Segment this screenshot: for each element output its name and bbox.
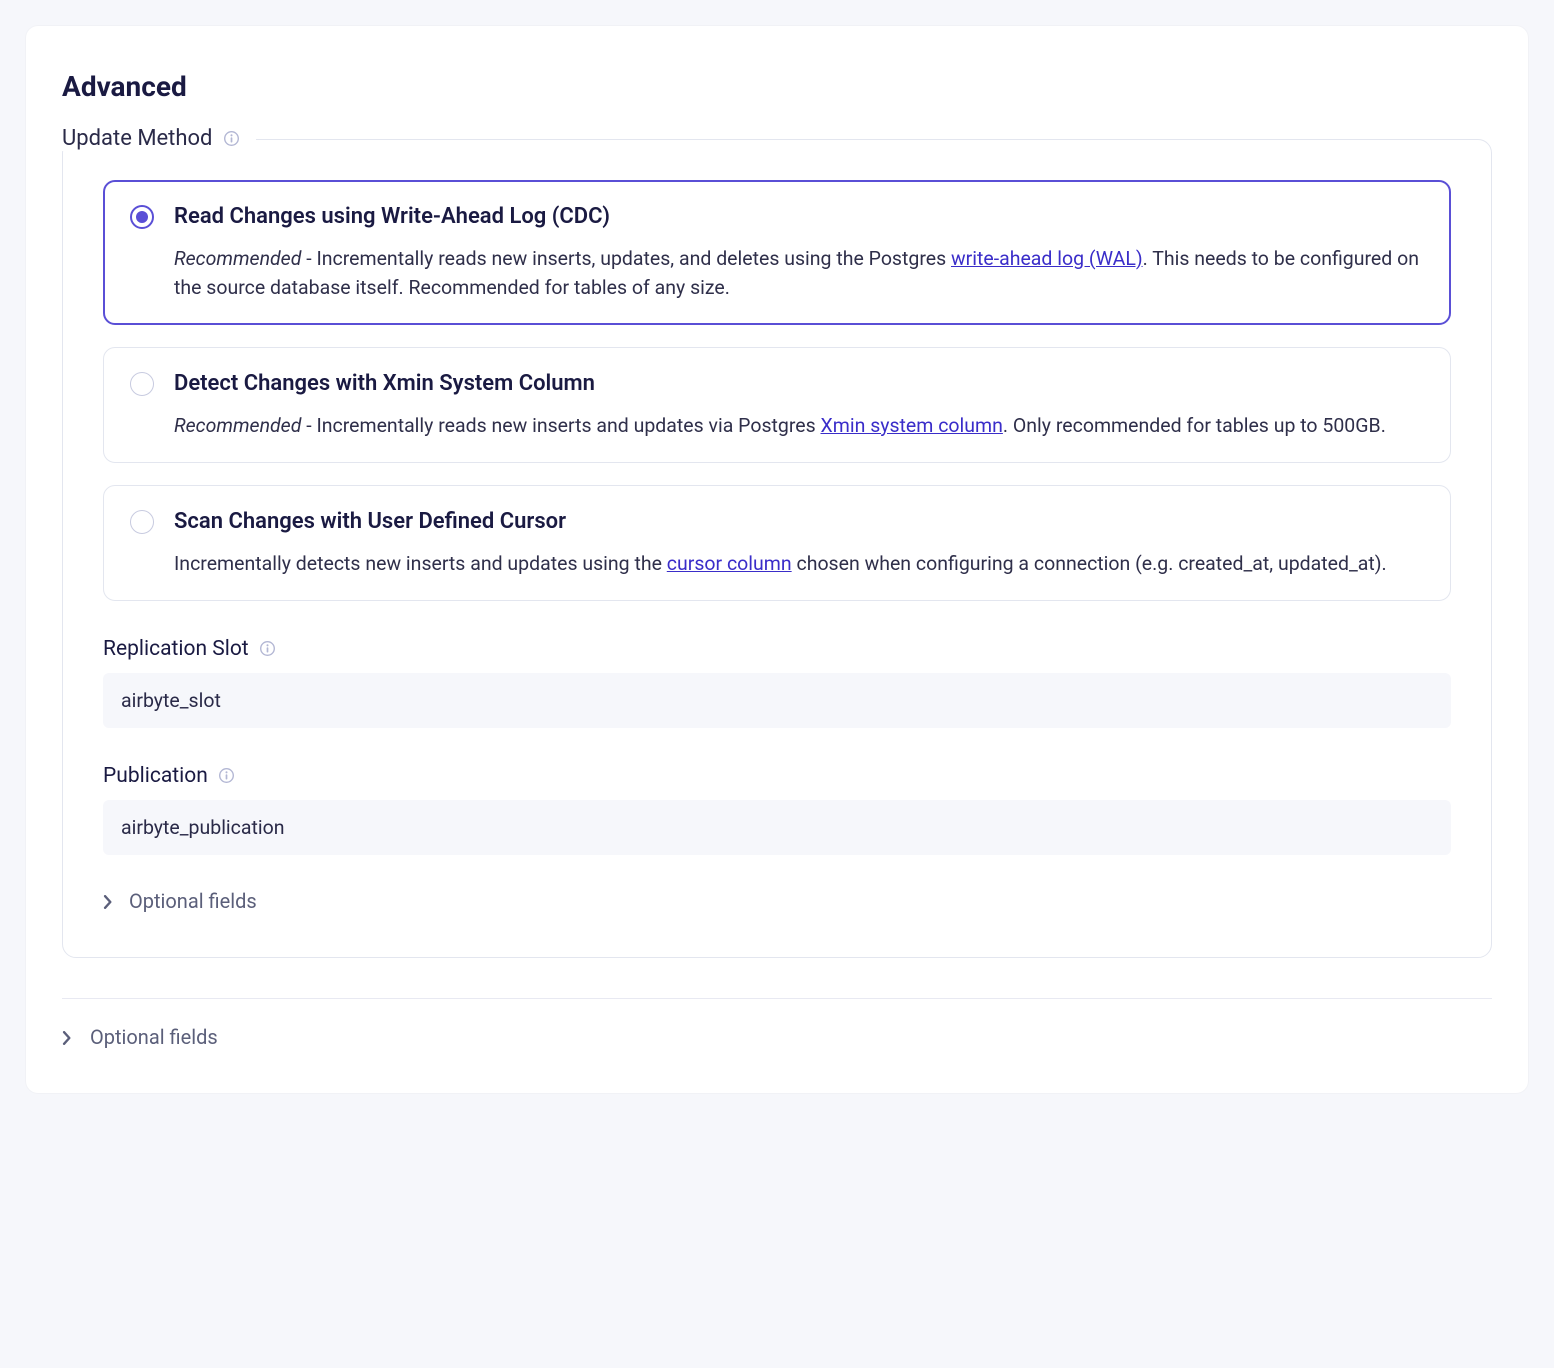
option-desc-xmin: Recommended - Incrementally reads new in…	[174, 411, 1424, 440]
replication-slot-label: Replication Slot	[103, 637, 277, 661]
update-method-label: Update Method	[62, 126, 212, 151]
radio-cursor[interactable]	[130, 510, 154, 534]
replication-slot-group: Replication Slot	[103, 637, 1451, 728]
optional-fields-toggle-inner[interactable]: Optional fields	[103, 885, 257, 917]
option-title-cursor: Scan Changes with User Defined Cursor	[174, 508, 1424, 537]
cursor-column-link[interactable]: cursor column	[667, 552, 792, 575]
divider	[62, 998, 1492, 999]
recommended-badge: Recommended	[174, 247, 301, 270]
option-body: Detect Changes with Xmin System Column R…	[174, 370, 1424, 440]
advanced-panel: Advanced Update Method Read Changes usin…	[26, 26, 1528, 1093]
radio-cdc[interactable]	[130, 205, 154, 229]
radio-xmin[interactable]	[130, 372, 154, 396]
update-method-option-xmin[interactable]: Detect Changes with Xmin System Column R…	[103, 347, 1451, 463]
replication-slot-input[interactable]	[103, 673, 1451, 728]
update-method-option-cdc[interactable]: Read Changes using Write-Ahead Log (CDC)…	[103, 180, 1451, 325]
option-title-cdc: Read Changes using Write-Ahead Log (CDC)	[174, 203, 1424, 232]
chevron-right-icon	[103, 895, 115, 907]
update-method-option-cursor[interactable]: Scan Changes with User Defined Cursor In…	[103, 485, 1451, 601]
section-title: Advanced	[62, 70, 1492, 103]
info-icon[interactable]	[222, 130, 240, 148]
option-desc-cdc: Recommended - Incrementally reads new in…	[174, 244, 1424, 303]
option-body: Scan Changes with User Defined Cursor In…	[174, 508, 1424, 578]
optional-fields-label: Optional fields	[129, 889, 257, 913]
option-desc-cursor: Incrementally detects new inserts and up…	[174, 549, 1424, 578]
option-title-xmin: Detect Changes with Xmin System Column	[174, 370, 1424, 399]
option-body: Read Changes using Write-Ahead Log (CDC)…	[174, 203, 1424, 302]
optional-fields-label: Optional fields	[90, 1025, 218, 1049]
optional-fields-toggle-outer[interactable]: Optional fields	[62, 1021, 218, 1049]
publication-input[interactable]	[103, 800, 1451, 855]
recommended-badge: Recommended	[174, 414, 301, 437]
publication-group: Publication	[103, 764, 1451, 855]
publication-label: Publication	[103, 764, 236, 788]
xmin-link[interactable]: Xmin system column	[821, 414, 1003, 437]
chevron-right-icon	[62, 1031, 74, 1043]
info-icon[interactable]	[218, 767, 236, 785]
update-method-fieldset: Update Method Read Changes using Write-A…	[62, 139, 1492, 958]
info-icon[interactable]	[259, 640, 277, 658]
update-method-legend: Update Method	[62, 126, 256, 151]
wal-link[interactable]: write-ahead log (WAL)	[951, 247, 1143, 270]
